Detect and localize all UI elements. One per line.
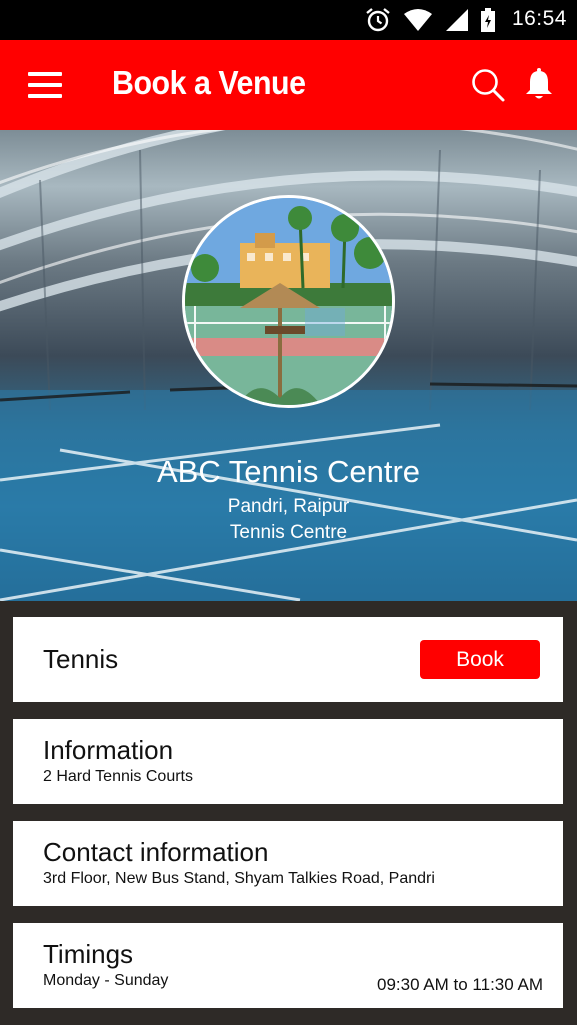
timings-title: Timings bbox=[43, 939, 134, 969]
sport-title: Tennis bbox=[43, 644, 119, 674]
contact-address: 3rd Floor, New Bus Stand, Shyam Talkies … bbox=[43, 870, 435, 887]
venue-photo bbox=[185, 198, 392, 405]
sport-card: Tennis Book bbox=[13, 617, 563, 702]
contact-title: Contact information bbox=[43, 837, 269, 867]
status-icons bbox=[365, 8, 495, 32]
battery-icon bbox=[481, 8, 495, 32]
search-icon[interactable] bbox=[470, 67, 506, 103]
information-title: Information bbox=[43, 735, 174, 765]
information-detail: 2 Hard Tennis Courts bbox=[43, 768, 193, 785]
venue-location: Pandri, Raipur bbox=[227, 496, 350, 517]
status-time: 16:54 bbox=[511, 7, 567, 30]
information-card: Information 2 Hard Tennis Courts bbox=[13, 719, 563, 804]
wifi-icon bbox=[404, 9, 432, 31]
venue-type: Tennis Centre bbox=[229, 522, 348, 543]
page-title: Book a Venue bbox=[112, 64, 306, 101]
menu-icon[interactable] bbox=[28, 72, 62, 98]
timings-hours: 09:30 AM to 11:30 AM bbox=[376, 975, 543, 994]
venue-banner: ABC Tennis Centre Pandri, Raipur Tennis … bbox=[0, 130, 577, 601]
alarm-icon bbox=[366, 8, 390, 32]
venue-name: ABC Tennis Centre bbox=[156, 454, 421, 489]
contact-card: Contact information 3rd Floor, New Bus S… bbox=[13, 821, 563, 906]
signal-icon bbox=[446, 9, 468, 31]
app-bar: Book a Venue bbox=[0, 40, 577, 130]
timings-card: Timings Monday - Sunday 09:30 AM to 11:3… bbox=[13, 923, 563, 1008]
book-button[interactable]: Book bbox=[420, 640, 540, 679]
timings-days: Monday - Sunday bbox=[43, 972, 169, 989]
status-bar: 16:54 bbox=[0, 0, 577, 40]
venue-avatar bbox=[182, 195, 395, 408]
bell-icon[interactable] bbox=[524, 68, 554, 102]
